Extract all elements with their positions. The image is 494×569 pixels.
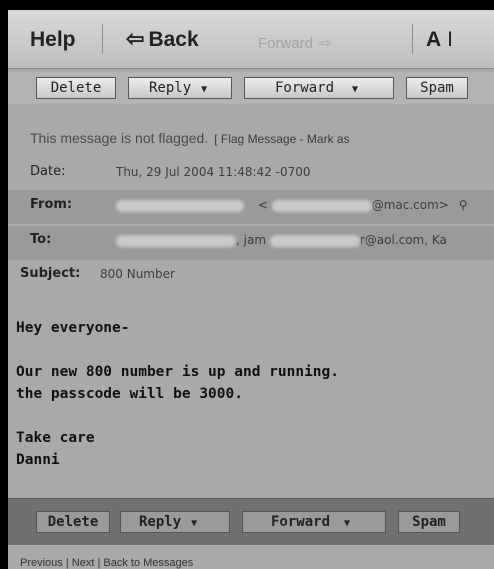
forward-nav-button[interactable]: Forward ⇨	[258, 34, 332, 52]
top-action-bar: Delete Reply ▼ Forward ▼ Spam	[8, 72, 494, 104]
help-button[interactable]: Help	[30, 28, 76, 52]
subject-label: Subject:	[20, 266, 81, 281]
message-body: Hey everyone- Our new 800 number is up a…	[16, 317, 494, 471]
message-line: Hey everyone-	[16, 320, 130, 336]
from-domain: @mac.com>	[371, 198, 449, 212]
screen: Help ⇦ Back Forward ⇨ AI Delete Reply ▼ For…	[8, 10, 494, 569]
to-label: To:	[30, 232, 52, 247]
reply-button-bottom[interactable]: Reply ▼	[120, 511, 230, 533]
redacted-email	[271, 199, 372, 212]
from-label: From:	[30, 197, 73, 212]
chevron-down-icon: ▼	[352, 84, 359, 95]
delete-button[interactable]: Delete	[36, 77, 116, 99]
back-label: Back	[148, 28, 199, 51]
message-line: Our new 800 number is up and running.	[16, 364, 340, 380]
chevron-down-icon: ▼	[344, 518, 351, 529]
redacted-name	[116, 199, 244, 212]
spam-button[interactable]: Spam	[406, 77, 468, 99]
spam-label: Spam	[420, 80, 454, 96]
reply-label: Reply	[149, 80, 192, 96]
forward-arrow-icon: ⇨	[319, 35, 332, 52]
delete-button-bottom[interactable]: Delete	[36, 511, 110, 533]
reply-button[interactable]: Reply ▼	[128, 77, 232, 99]
toolbar-divider	[102, 24, 103, 54]
text-size-label: A	[426, 28, 442, 51]
redacted-recipient	[116, 234, 236, 247]
message-line: Danni	[16, 452, 60, 468]
from-value: < @mac.com> ⚲	[116, 198, 467, 212]
chevron-down-icon: ▼	[191, 518, 198, 529]
delete-label: Delete	[47, 514, 99, 530]
date-value: Thu, 29 Jul 2004 11:48:42 -0700	[116, 165, 311, 179]
next-link[interactable]: Next	[72, 557, 95, 569]
date-label: Date:	[30, 164, 66, 179]
text-cursor-icon: I	[447, 28, 454, 51]
previous-link[interactable]: Previous	[20, 557, 63, 569]
chevron-down-icon: ▼	[201, 84, 208, 95]
spam-button-bottom[interactable]: Spam	[398, 511, 460, 533]
flag-status-text: This message is not flagged.	[30, 130, 209, 146]
text-size-button[interactable]: AI	[426, 28, 453, 52]
message-line: Take care	[16, 430, 95, 446]
back-to-messages-link[interactable]: Back to Messages	[103, 557, 193, 569]
forward-nav-label: Forward	[258, 35, 314, 52]
redacted-recipient	[269, 234, 360, 247]
flag-status: This message is not flagged. [ Flag Messa…	[30, 130, 350, 146]
to-recipient-1: , jam	[236, 233, 267, 247]
subject-value: 800 Number	[100, 267, 175, 281]
forward-button[interactable]: Forward ▼	[244, 77, 394, 99]
forward-button-bottom[interactable]: Forward ▼	[242, 511, 386, 533]
forward-label: Forward	[275, 80, 335, 96]
reply-label: Reply	[139, 514, 182, 530]
forward-label: Forward	[271, 514, 331, 530]
back-button[interactable]: ⇦ Back	[126, 26, 199, 52]
back-arrow-icon: ⇦	[126, 26, 145, 51]
to-recipient-2: r@aol.com, Ka	[359, 233, 447, 247]
bottom-action-bar: Delete Reply ▼ Forward ▼ Spam	[8, 498, 494, 545]
delete-label: Delete	[50, 80, 102, 96]
flag-message-link[interactable]: [ Flag Message - Mark as	[214, 132, 349, 146]
spam-label: Spam	[412, 514, 446, 530]
add-contact-icon[interactable]: ⚲	[459, 198, 468, 212]
message-line: the passcode will be 3000.	[16, 386, 243, 402]
to-value: , jam r@aol.com, Ka	[116, 233, 447, 247]
toolbar-divider	[412, 24, 413, 54]
browser-toolbar: Help ⇦ Back Forward ⇨ AI	[8, 10, 494, 69]
message-navigation: Previous | Next | Back to Messages	[20, 557, 194, 569]
